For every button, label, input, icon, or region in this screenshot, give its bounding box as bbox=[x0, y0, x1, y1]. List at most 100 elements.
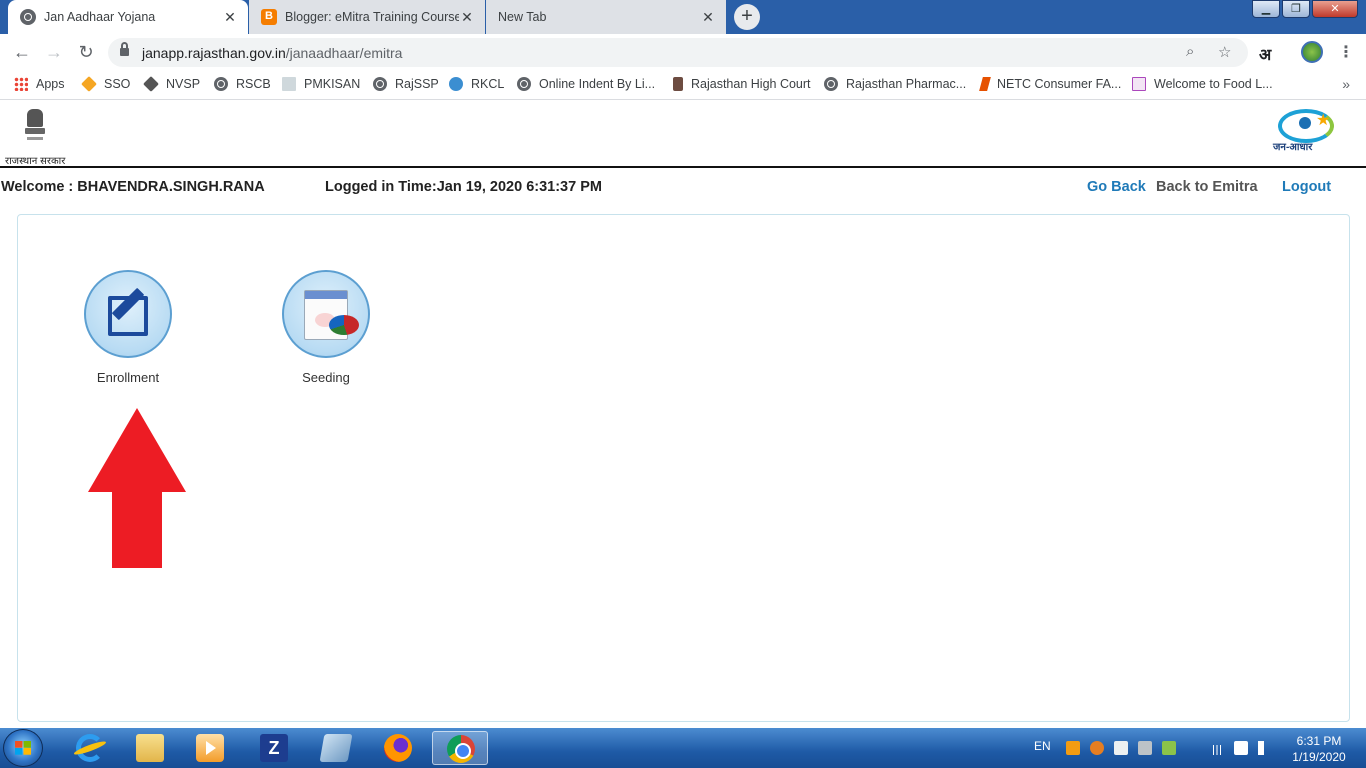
close-window-button[interactable]: ✕ bbox=[1312, 0, 1358, 18]
bookmark-netc[interactable]: NETC Consumer FA... bbox=[979, 77, 1121, 91]
bookmark-rajssp[interactable]: RajSSP bbox=[373, 77, 439, 91]
sso-icon bbox=[81, 76, 97, 92]
edit-icon[interactable] bbox=[84, 270, 172, 358]
tray-app-icon[interactable] bbox=[1090, 741, 1104, 755]
logout-link[interactable]: Logout bbox=[1282, 179, 1331, 195]
go-back-link[interactable]: Go Back bbox=[1087, 179, 1146, 195]
tray-app-icon[interactable] bbox=[1114, 741, 1128, 755]
government-label: राजस्थान सरकार bbox=[5, 156, 66, 167]
input-tools-extension-icon[interactable]: अ bbox=[1259, 43, 1271, 65]
taskbar-z-app[interactable]: Z bbox=[246, 731, 302, 765]
profile-avatar[interactable] bbox=[1301, 41, 1323, 63]
document-icon bbox=[282, 77, 296, 91]
taskbar-file-explorer[interactable] bbox=[122, 731, 178, 765]
apps-icon bbox=[14, 77, 28, 91]
bookmark-pmkisan[interactable]: PMKISAN bbox=[282, 77, 360, 91]
tray-chart-icon[interactable] bbox=[1162, 741, 1176, 755]
nvsp-icon bbox=[143, 76, 159, 92]
bookmark-rajasthan-pharmacy[interactable]: Rajasthan Pharmac... bbox=[824, 77, 966, 91]
seeding-tile[interactable]: Seeding bbox=[266, 270, 386, 385]
reload-icon[interactable]: ↻ bbox=[74, 41, 98, 63]
bookmark-online-indent[interactable]: Online Indent By Li... bbox=[517, 77, 655, 91]
bookmarks-bar: Apps SSO NVSP RSCB PMKISAN RajSSP RKCL O… bbox=[0, 70, 1366, 100]
maximize-button[interactable]: ❐ bbox=[1282, 0, 1310, 18]
address-bar[interactable]: janapp.rajasthan.gov.in/janaadhaar/emitr… bbox=[108, 38, 1248, 67]
enrollment-label[interactable]: Enrollment bbox=[68, 370, 188, 385]
rkcl-icon bbox=[449, 77, 463, 91]
scanner-icon bbox=[319, 734, 353, 762]
state-emblem-logo bbox=[22, 109, 48, 147]
welcome-text: Welcome : BHAVENDRA.SINGH.RANA bbox=[1, 179, 265, 195]
bookmark-sso[interactable]: SSO bbox=[81, 76, 130, 92]
tray-app-icon[interactable] bbox=[1066, 741, 1080, 755]
bookmark-apps[interactable]: Apps bbox=[14, 77, 65, 91]
action-center-flag-icon[interactable] bbox=[1234, 741, 1248, 755]
clock-date: 1/19/2020 bbox=[1292, 750, 1346, 764]
bookmark-nvsp[interactable]: NVSP bbox=[143, 76, 200, 92]
internet-explorer-icon bbox=[76, 734, 104, 762]
tab-jan-aadhaar[interactable]: Jan Aadhaar Yojana ✕ bbox=[8, 0, 248, 34]
bookmark-food[interactable]: Welcome to Food L... bbox=[1132, 77, 1273, 91]
browser-toolbar: ← → ↻ janapp.rajasthan.gov.in/janaadhaar… bbox=[0, 34, 1366, 70]
star-icon[interactable]: ☆ bbox=[1218, 43, 1231, 61]
tab-blogger[interactable]: Blogger: eMitra Training Course ✕ bbox=[249, 0, 485, 34]
network-signal-icon[interactable] bbox=[1210, 745, 1224, 755]
menu-kebab-icon[interactable]: ⋮ bbox=[1338, 42, 1354, 62]
court-icon bbox=[673, 77, 683, 91]
tab-title: Jan Aadhaar Yojana bbox=[44, 10, 156, 24]
browser-tab-strip: Jan Aadhaar Yojana ✕ Blogger: eMitra Tra… bbox=[0, 0, 1366, 34]
close-tab-icon[interactable]: ✕ bbox=[700, 9, 716, 26]
seeding-label[interactable]: Seeding bbox=[266, 370, 386, 385]
blogger-icon bbox=[261, 9, 277, 25]
url-text[interactable]: janapp.rajasthan.gov.in/janaadhaar/emitr… bbox=[142, 45, 402, 61]
tab-new-tab[interactable]: New Tab ✕ bbox=[486, 0, 726, 34]
globe-icon bbox=[214, 77, 228, 91]
close-tab-icon[interactable]: ✕ bbox=[459, 9, 475, 26]
login-time-text: Logged in Time:Jan 19, 2020 6:31:37 PM bbox=[325, 179, 602, 195]
netc-icon bbox=[979, 77, 991, 91]
system-clock[interactable]: 6:31 PM 1/19/2020 bbox=[1284, 733, 1354, 765]
globe-icon bbox=[824, 77, 838, 91]
firefox-icon bbox=[384, 734, 412, 762]
globe-icon bbox=[20, 9, 36, 25]
back-to-emitra-link[interactable]: Back to Emitra bbox=[1156, 179, 1258, 195]
services-panel: Enrollment Seeding bbox=[17, 214, 1350, 722]
page-header: राजस्थान सरकार ★ bbox=[0, 101, 1366, 168]
zoom-icon[interactable]: ⌕ bbox=[1186, 43, 1194, 60]
red-arrow-annotation bbox=[88, 408, 186, 568]
user-info-bar: Welcome : BHAVENDRA.SINGH.RANA Logged in… bbox=[0, 178, 1366, 200]
close-tab-icon[interactable]: ✕ bbox=[222, 9, 238, 26]
language-indicator[interactable]: EN bbox=[1034, 739, 1051, 753]
volume-icon[interactable] bbox=[1258, 741, 1272, 755]
start-button[interactable] bbox=[3, 729, 43, 767]
taskbar-media-player[interactable] bbox=[182, 731, 238, 765]
globe-icon bbox=[517, 77, 531, 91]
media-player-icon bbox=[196, 734, 224, 762]
food-icon bbox=[1132, 77, 1146, 91]
chrome-icon bbox=[447, 735, 475, 763]
chart-window-icon[interactable] bbox=[282, 270, 370, 358]
tray-app-icon[interactable] bbox=[1138, 741, 1152, 755]
back-arrow-icon[interactable]: ← bbox=[10, 41, 34, 63]
jan-aadhaar-logo-label: जन-आधार bbox=[1273, 142, 1313, 153]
windows-taskbar: Z EN 6:31 PM 1/19/2020 bbox=[0, 728, 1366, 768]
lock-icon bbox=[120, 42, 129, 57]
minimize-button[interactable]: ▁ bbox=[1252, 0, 1280, 18]
taskbar-scanner[interactable] bbox=[308, 731, 364, 765]
tab-title: New Tab bbox=[498, 10, 547, 24]
z-app-icon: Z bbox=[260, 734, 288, 762]
forward-arrow-icon[interactable]: → bbox=[42, 41, 66, 63]
taskbar-internet-explorer[interactable] bbox=[62, 731, 118, 765]
clock-time: 6:31 PM bbox=[1296, 734, 1342, 748]
tab-title: Blogger: eMitra Training Course bbox=[285, 10, 459, 24]
new-tab-button[interactable]: + bbox=[734, 4, 760, 30]
taskbar-chrome[interactable] bbox=[432, 731, 488, 765]
folder-icon bbox=[136, 734, 164, 762]
bookmark-rajasthan-high-court[interactable]: Rajasthan High Court bbox=[673, 77, 811, 91]
taskbar-firefox[interactable] bbox=[370, 731, 426, 765]
bookmark-rkcl[interactable]: RKCL bbox=[449, 77, 504, 91]
enrollment-tile[interactable]: Enrollment bbox=[68, 270, 188, 385]
bookmark-rscb[interactable]: RSCB bbox=[214, 77, 271, 91]
window-controls: ▁ ❐ ✕ bbox=[1252, 0, 1358, 18]
more-bookmarks-icon[interactable]: » bbox=[1342, 76, 1350, 92]
